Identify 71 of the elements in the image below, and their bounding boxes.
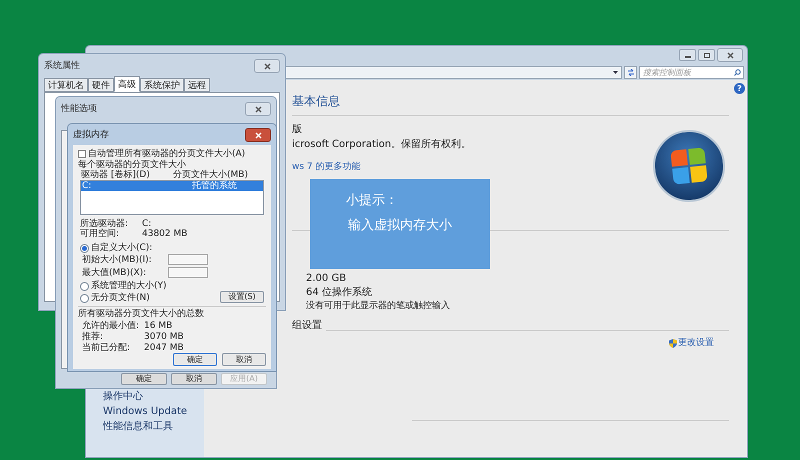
dialog-title: 性能选项 bbox=[61, 104, 97, 114]
total-value: 16 MB bbox=[144, 321, 174, 331]
close-icon bbox=[254, 106, 262, 112]
sidebar-link[interactable]: Windows Update bbox=[103, 406, 204, 417]
total-value: 2047 MB bbox=[144, 343, 185, 353]
close-icon bbox=[726, 52, 734, 58]
change-settings-link[interactable]: 更改设置 bbox=[678, 338, 714, 349]
shield-icon bbox=[669, 339, 677, 348]
tab[interactable]: 系统保护 bbox=[140, 78, 184, 92]
section-heading: 基本信息 bbox=[292, 94, 341, 108]
close-icon bbox=[264, 62, 270, 70]
group-title: 每个驱动器的分页文件大小 bbox=[78, 160, 187, 170]
field-label: 初始大小(MB)(I): bbox=[82, 254, 153, 264]
system-type-text: 64 位操作系统 bbox=[306, 287, 373, 298]
refresh-icon bbox=[626, 68, 634, 76]
checkbox-label: 自动管理所有驱动器的分页文件大小(A) bbox=[88, 149, 246, 159]
total-value: 3070 MB bbox=[144, 332, 185, 342]
field-value: C: bbox=[142, 219, 152, 229]
total-label: 当前已分配: bbox=[82, 343, 132, 353]
pen-touch-text: 没有可用于此显示器的笔或触控输入 bbox=[306, 301, 451, 312]
refresh-button[interactable] bbox=[624, 66, 637, 78]
close-icon bbox=[254, 132, 262, 138]
total-label: 允许的最小值: bbox=[82, 321, 140, 331]
drive-row[interactable]: C: 托管的系统 bbox=[81, 181, 263, 191]
help-button[interactable]: ? bbox=[734, 83, 745, 94]
tab[interactable]: 硬件 bbox=[88, 78, 114, 92]
radio-button[interactable] bbox=[80, 282, 89, 290]
copyright-text: icrosoft Corporation。保留所有权利。 bbox=[292, 139, 472, 150]
section-label: 组设置 bbox=[292, 320, 322, 331]
tab[interactable]: 计算机名 bbox=[44, 78, 88, 92]
close-button[interactable] bbox=[717, 48, 743, 62]
tab[interactable]: 远程 bbox=[184, 78, 210, 92]
tip-title: 小提示： bbox=[346, 193, 399, 208]
column-header: 分页文件大小(MB) bbox=[173, 170, 248, 180]
minimize-button[interactable] bbox=[679, 49, 696, 61]
sidebar-link[interactable]: 操作中心 bbox=[103, 391, 204, 402]
more-features-link[interactable]: ws 7 的更多功能 bbox=[292, 162, 360, 173]
group-title: 所有驱动器分页文件大小的总数 bbox=[78, 309, 205, 319]
dialog-button[interactable]: 取消 bbox=[171, 373, 217, 385]
input-field[interactable] bbox=[168, 267, 208, 278]
dialog-button[interactable]: 确定 bbox=[121, 373, 167, 385]
sidebar-link[interactable]: 性能信息和工具 bbox=[103, 421, 204, 432]
radio-button[interactable] bbox=[80, 294, 89, 302]
restore-button[interactable] bbox=[698, 49, 715, 61]
field-label: 可用空间: bbox=[80, 229, 120, 239]
edition-text: 版 bbox=[292, 124, 303, 135]
dialog-title: 系统属性 bbox=[44, 60, 80, 72]
close-button[interactable] bbox=[245, 128, 271, 142]
search-icon bbox=[734, 68, 741, 76]
close-button[interactable] bbox=[245, 102, 271, 116]
search-field[interactable]: 搜索控制面板 bbox=[639, 66, 744, 78]
set-button[interactable]: 设置(S) bbox=[220, 291, 264, 303]
dialog-title: 虚拟内存 bbox=[73, 130, 109, 140]
tip-text: 输入虚拟内存大小 bbox=[348, 218, 453, 233]
column-header: 驱动器 [卷标](D) bbox=[81, 170, 151, 180]
close-button[interactable] bbox=[254, 59, 280, 73]
radio-label: 无分页文件(N) bbox=[91, 293, 150, 303]
radio-button[interactable] bbox=[80, 244, 89, 252]
dialog-button[interactable]: 确定 bbox=[173, 353, 217, 366]
total-label: 推荐: bbox=[82, 332, 104, 342]
dropdown-icon bbox=[613, 70, 618, 74]
field-value: 43802 MB bbox=[142, 229, 188, 239]
tab[interactable]: 高级 bbox=[114, 76, 140, 92]
radio-label: 系统管理的大小(Y) bbox=[91, 281, 167, 291]
field-label: 最大值(MB)(X): bbox=[82, 268, 148, 278]
field-label: 所选驱动器: bbox=[80, 219, 130, 229]
input-field[interactable] bbox=[168, 254, 208, 265]
radio-label: 自定义大小(C): bbox=[91, 243, 152, 253]
checkbox[interactable] bbox=[78, 150, 86, 158]
memory-text: 2.00 GB bbox=[306, 273, 348, 284]
dialog-button[interactable]: 取消 bbox=[222, 353, 266, 366]
